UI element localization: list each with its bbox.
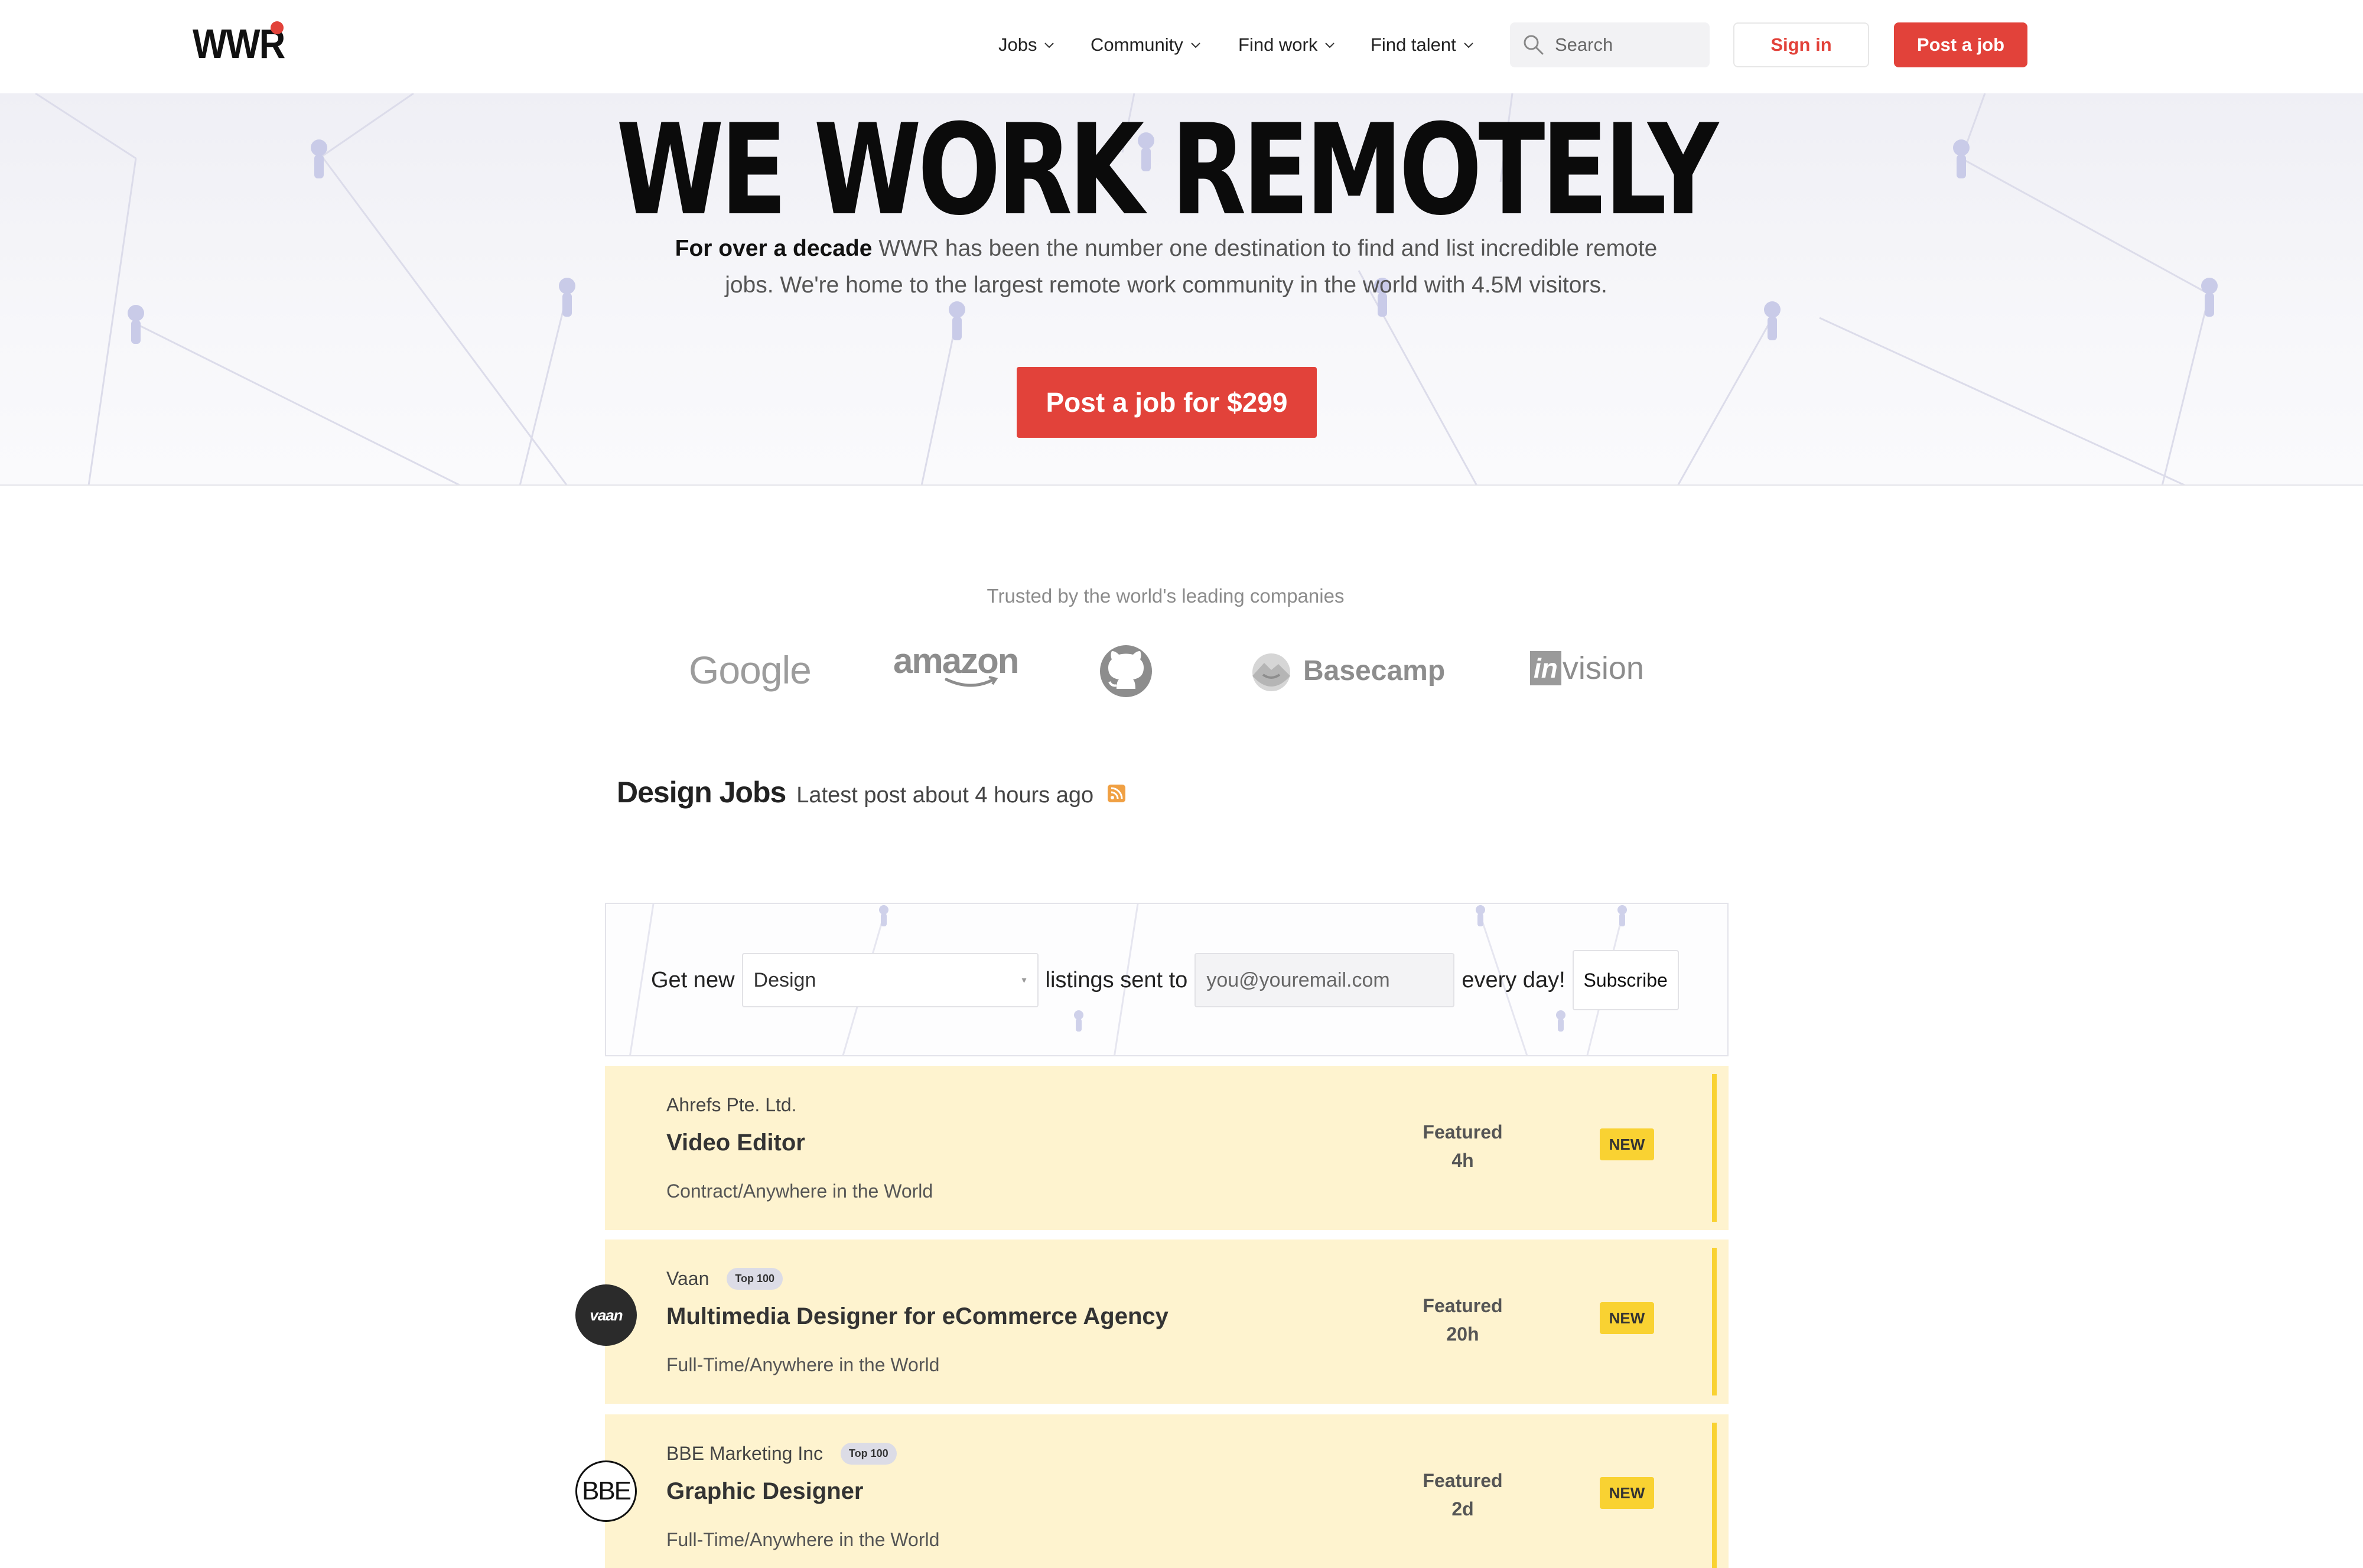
subscribe-suffix: every day! [1462,967,1565,993]
company-avatar-vaan[interactable]: vaan [575,1284,637,1346]
amazon-logo-text: amazon [893,641,1019,681]
nav-find-work-label: Find work [1238,34,1318,55]
wwr-logo[interactable]: WWR [193,20,287,67]
chevron-down-icon [1325,43,1335,48]
basecamp-logo-text: Basecamp [1303,655,1446,687]
basecamp-icon [1252,653,1290,691]
invision-logo-text: vision [1562,650,1644,686]
subscribe-form: Get new Design ▾ listings sent to you@yo… [651,950,1679,1010]
top-navigation-bar: WWR Jobs Community Find work Find talent [0,0,2363,93]
post-a-job-cta-button[interactable]: Post a job for $299 [1017,367,1317,438]
nav-community-label: Community [1091,34,1183,55]
company-name: Ahrefs Pte. Ltd. [666,1094,797,1116]
job-region: Full-Time/Anywhere in the World [666,1354,940,1375]
google-logo: Google [689,648,812,692]
hero-section: WE WORK REMOTELY For over a decade WWR h… [0,93,2363,486]
invision-mark: in [1530,651,1561,685]
job-listing[interactable]: BBE Marketing Inc Top 100 Graphic Design… [605,1414,1729,1568]
company-name-text: Ahrefs Pte. Ltd. [666,1094,797,1115]
new-badge: NEW [1600,1302,1654,1334]
top-100-badge: Top 100 [727,1268,783,1290]
job-title[interactable]: Multimedia Designer for eCommerce Agency [666,1303,1169,1330]
email-input[interactable]: you@youremail.com [1194,953,1455,1007]
chevron-down-icon [1464,43,1473,48]
top-100-badge: Top 100 [841,1443,897,1465]
job-region: Full-Time/Anywhere in the World [666,1529,940,1550]
featured-accent-bar [1712,1423,1717,1568]
chevron-down-icon [1044,43,1054,48]
company-name: Vaan Top 100 [666,1268,783,1290]
jobs-section-header: Design Jobs Latest post about 4 hours ag… [617,775,1126,809]
rss-feed-icon[interactable] [1108,785,1126,802]
nav-find-talent-label: Find talent [1371,34,1456,55]
post-a-job-button[interactable]: Post a job [1894,22,2027,67]
search-box[interactable] [1510,22,1710,67]
featured-label: Featured [1423,1295,1503,1316]
company-name-text: Vaan [666,1268,709,1289]
featured-tag: Featured 2d [1404,1466,1522,1523]
company-avatar-bbe[interactable]: BBE [575,1460,637,1522]
trusted-by-label: Trusted by the world's leading companies [987,585,1345,607]
search-input[interactable] [1555,34,1703,56]
logo-dot [271,21,284,34]
basecamp-logo: Basecamp [1248,650,1445,691]
new-badge: NEW [1600,1477,1654,1509]
amazon-smile-icon [945,676,998,687]
featured-label: Featured [1423,1121,1503,1143]
hero-title: WE WORK REMOTELY [616,97,1718,243]
post-age: 2d [1451,1498,1474,1520]
select-caret-icon: ▾ [1021,975,1027,985]
hero-description: For over a decade WWR has been the numbe… [650,230,1682,304]
amazon-logo: amazon [893,640,1019,681]
job-listing[interactable]: Ahrefs Pte. Ltd. Video Editor Contract/A… [605,1066,1729,1230]
hero-description-bold: For over a decade [675,236,873,261]
post-age: 20h [1446,1323,1479,1345]
company-name: BBE Marketing Inc Top 100 [666,1443,897,1465]
nav-jobs-label: Jobs [998,34,1037,55]
nav-jobs[interactable]: Jobs [998,27,1056,63]
subscribe-prefix: Get new [651,967,735,993]
search-icon [1524,35,1544,55]
subscribe-middle-text: listings sent to [1045,967,1188,993]
featured-tag: Featured 4h [1404,1118,1522,1175]
subscribe-button[interactable]: Subscribe [1572,950,1679,1010]
featured-accent-bar [1712,1074,1717,1222]
post-age: 4h [1451,1150,1474,1171]
jobs-section-title[interactable]: Design Jobs [617,775,786,809]
company-name-text: BBE Marketing Inc [666,1443,823,1464]
featured-label: Featured [1423,1470,1503,1491]
category-select[interactable]: Design ▾ [741,953,1039,1007]
job-region: Contract/Anywhere in the World [666,1180,933,1202]
job-title[interactable]: Video Editor [666,1130,805,1156]
nav-community[interactable]: Community [1091,27,1202,63]
nav-find-work[interactable]: Find work [1238,27,1336,63]
invision-logo: in vision [1530,650,1644,687]
chevron-down-icon [1191,43,1200,48]
job-title[interactable]: Graphic Designer [666,1478,863,1505]
github-icon [1100,645,1152,697]
category-select-value: Design [753,968,816,991]
job-listing[interactable]: Vaan Top 100 Multimedia Designer for eCo… [605,1240,1729,1404]
sign-in-button[interactable]: Sign in [1733,22,1869,67]
nav-find-talent[interactable]: Find talent [1371,27,1475,63]
new-badge: NEW [1600,1128,1654,1160]
featured-tag: Featured 20h [1404,1292,1522,1348]
featured-accent-bar [1712,1248,1717,1395]
latest-post-text: Latest post about 4 hours ago [796,783,1094,808]
email-subscribe-box: Get new Design ▾ listings sent to you@yo… [605,903,1729,1056]
